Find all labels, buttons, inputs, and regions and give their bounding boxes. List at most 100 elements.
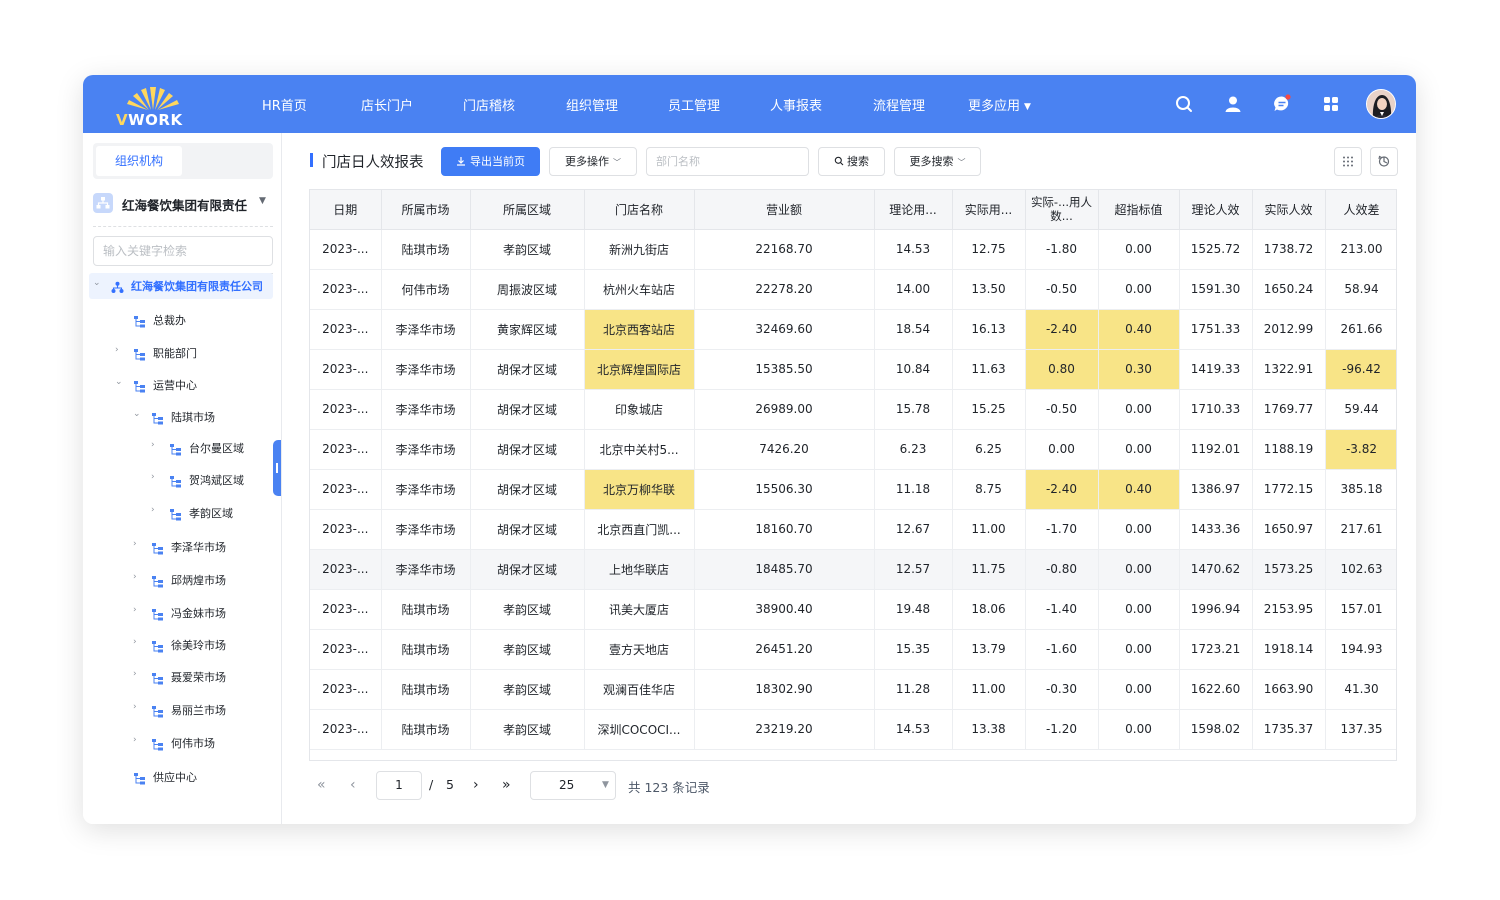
column-header[interactable]: 所属区域 <box>470 190 585 230</box>
column-header[interactable]: 门店名称 <box>584 190 695 230</box>
page-size-select[interactable]: 25 ▼ <box>530 771 616 800</box>
page-number-input[interactable]: 1 <box>376 771 422 800</box>
nav-employee-management[interactable]: 员工管理 <box>668 95 720 114</box>
more-search-button[interactable]: 更多搜索 ﹀ <box>894 147 981 176</box>
tree-node[interactable]: › 易丽兰市场 <box>83 697 281 723</box>
table-cell: 陆琪市场 <box>381 589 471 630</box>
collapse-arrow-icon[interactable]: › <box>133 539 137 549</box>
column-header[interactable]: 实际人效 <box>1252 190 1326 230</box>
apps-grid-icon[interactable] <box>1320 93 1342 115</box>
tree-node[interactable]: › 聂爱荣市场 <box>83 664 281 690</box>
table-cell: 胡保才区域 <box>470 549 585 590</box>
last-page-icon[interactable]: » <box>502 777 511 793</box>
collapse-arrow-icon[interactable]: › <box>133 735 137 745</box>
department-icon <box>151 540 164 555</box>
table-row[interactable]: 2023-... 李泽华市场 胡保才区域 北京西直门凯... 18160.70 12.67… <box>310 509 1396 550</box>
department-name-input[interactable]: 部门名称 <box>646 147 809 176</box>
table-row[interactable]: 2023-... 李泽华市场 胡保才区域 北京万柳华联 15506.30 11.18 8.7… <box>310 469 1396 510</box>
tree-node[interactable]: › 贺鸿斌区域 <box>83 467 281 493</box>
avatar[interactable] <box>1366 89 1396 119</box>
tab-org-structure[interactable]: 组织机构 <box>96 146 182 176</box>
column-settings-icon[interactable] <box>1334 147 1362 176</box>
table-row[interactable]: 2023-... 李泽华市场 胡保才区域 印象城店 26989.00 15.78 15.25… <box>310 389 1396 430</box>
column-header[interactable]: 理论用... <box>874 190 953 230</box>
collapse-arrow-icon[interactable]: › <box>151 472 155 482</box>
nav-org-management[interactable]: 组织管理 <box>566 95 618 114</box>
expand-arrow-icon[interactable]: ⌄ <box>115 377 123 387</box>
tree-node[interactable]: ⌄ 运营中心 <box>83 372 281 398</box>
table-cell: -2.40 <box>1025 469 1099 510</box>
collapse-arrow-icon[interactable]: › <box>133 669 137 679</box>
tree-node[interactable]: › 何伟市场 <box>83 730 281 756</box>
expand-arrow-icon[interactable]: ⌄ <box>93 278 101 288</box>
table-cell: 胡保才区域 <box>470 389 585 430</box>
nav-workflow-management[interactable]: 流程管理 <box>873 95 925 114</box>
column-header[interactable]: 实际-...用人数... <box>1025 190 1099 230</box>
collapse-arrow-icon[interactable]: › <box>151 505 155 515</box>
refresh-settings-icon[interactable] <box>1370 147 1398 176</box>
first-page-icon[interactable]: « <box>317 777 326 793</box>
table-cell: 2023-... <box>310 469 382 510</box>
column-header[interactable]: 实际用... <box>952 190 1026 230</box>
table-cell: 13.38 <box>952 709 1026 750</box>
tree-node[interactable]: › 徐美玲市场 <box>83 632 281 658</box>
keyword-search-input[interactable]: 输入关键字检索 <box>93 236 273 266</box>
more-operations-button[interactable]: 更多操作 ﹀ <box>549 147 637 176</box>
expand-arrow-icon[interactable]: ⌄ <box>133 409 141 419</box>
user-icon[interactable] <box>1222 93 1244 115</box>
tree-node[interactable]: › 职能部门 <box>83 340 281 366</box>
collapse-arrow-icon[interactable]: › <box>133 572 137 582</box>
column-header[interactable]: 理论人效 <box>1179 190 1253 230</box>
table-cell: 李泽华市场 <box>381 469 471 510</box>
export-current-page-button[interactable]: 导出当前页 <box>441 147 540 176</box>
column-header[interactable]: 超指标值 <box>1098 190 1180 230</box>
column-header[interactable]: 人效差 <box>1325 190 1396 230</box>
nav-store-audit[interactable]: 门店稽核 <box>463 95 515 114</box>
collapse-arrow-icon[interactable]: › <box>133 637 137 647</box>
table-row[interactable]: 2023-... 陆琪市场 孝韵区域 观澜百佳华店 18302.90 11.28 11.00… <box>310 669 1396 710</box>
next-page-icon[interactable]: › <box>473 777 479 793</box>
table-row[interactable]: 2023-... 陆琪市场 孝韵区域 壹方天地店 26451.20 15.35 13.79-… <box>310 629 1396 670</box>
nav-more-apps[interactable]: 更多应用 ▼ <box>968 95 1031 114</box>
table-row[interactable]: 2023-... 李泽华市场 胡保才区域 北京辉煌国际店 15385.50 10.84 11… <box>310 349 1396 390</box>
table-row[interactable]: 2023-... 李泽华市场 胡保才区域 北京中关村5... 7426.20 6.23 6.… <box>310 429 1396 470</box>
table-row[interactable]: 2023-... 何伟市场 周振波区域 杭州火车站店 22278.20 14.00 13.5… <box>310 269 1396 310</box>
collapse-arrow-icon[interactable]: › <box>133 605 137 615</box>
tree-node[interactable]: › 李泽华市场 <box>83 534 281 560</box>
collapse-arrow-icon[interactable]: › <box>133 702 137 712</box>
table-row[interactable]: 2023-... 李泽华市场 胡保才区域 上地华联店 18485.70 12.57 11.7… <box>310 549 1396 590</box>
tree-node[interactable]: 供应中心 <box>83 764 281 790</box>
table-cell: 印象城店 <box>584 389 695 430</box>
column-header[interactable]: 所属市场 <box>381 190 471 230</box>
search-button[interactable]: 搜索 <box>818 147 885 176</box>
column-header[interactable]: 日期 <box>310 190 382 230</box>
report-table-container: 日期 所属市场 所属区域 门店名称 营业额 理论用... 实际用... 实际-...用人数..… <box>309 189 1397 761</box>
tree-node[interactable]: ⌄ 红海餐饮集团有限责任公司 <box>89 273 273 299</box>
export-label: 导出当前页 <box>470 155 525 168</box>
nav-hr-reports[interactable]: 人事报表 <box>770 95 822 114</box>
nav-store-manager-portal[interactable]: 店长门户 <box>361 95 413 114</box>
tree-node[interactable]: › 孝韵区域 <box>83 500 281 526</box>
tree-node[interactable]: › 冯金妹市场 <box>83 600 281 626</box>
tree-node[interactable]: ⌄ 陆琪市场 <box>83 404 281 430</box>
tree-node[interactable]: › 邱炳煌市场 <box>83 567 281 593</box>
tree-node[interactable]: › 台尔曼区域 <box>83 435 281 461</box>
table-cell: 0.00 <box>1098 229 1180 270</box>
message-icon[interactable] <box>1271 93 1293 115</box>
table-row[interactable]: 2023-... 陆琪市场 孝韵区域 讯美大厦店 38900.40 19.48 18.06-… <box>310 589 1396 630</box>
table-row[interactable]: 2023-... 陆琪市场 孝韵区域 深圳COCOCI... 23219.20 14.53… <box>310 709 1396 750</box>
prev-page-icon[interactable]: ‹ <box>350 777 356 793</box>
table-cell: 32469.60 <box>694 309 875 350</box>
table-row[interactable]: 2023-... 陆琪市场 孝韵区域 新洲九街店 22168.70 14.53 12.75-… <box>310 229 1396 270</box>
org-selector[interactable]: 红海餐饮集团有限责任 ▼ <box>93 191 273 221</box>
department-icon <box>151 638 164 653</box>
table-row[interactable]: 2023-... 李泽华市场 黄家辉区域 北京西客站店 32469.60 18.54 16.… <box>310 309 1396 350</box>
collapse-arrow-icon[interactable]: › <box>151 440 155 450</box>
nav-hr-home[interactable]: HR首页 <box>262 95 307 114</box>
search-icon[interactable] <box>1173 93 1195 115</box>
column-header[interactable]: 营业额 <box>694 190 875 230</box>
sidebar-collapse-handle[interactable] <box>273 440 281 496</box>
tree-node[interactable]: 总裁办 <box>83 307 281 333</box>
collapse-arrow-icon[interactable]: › <box>115 345 119 355</box>
vwork-logo[interactable]: VWORK <box>113 81 193 129</box>
